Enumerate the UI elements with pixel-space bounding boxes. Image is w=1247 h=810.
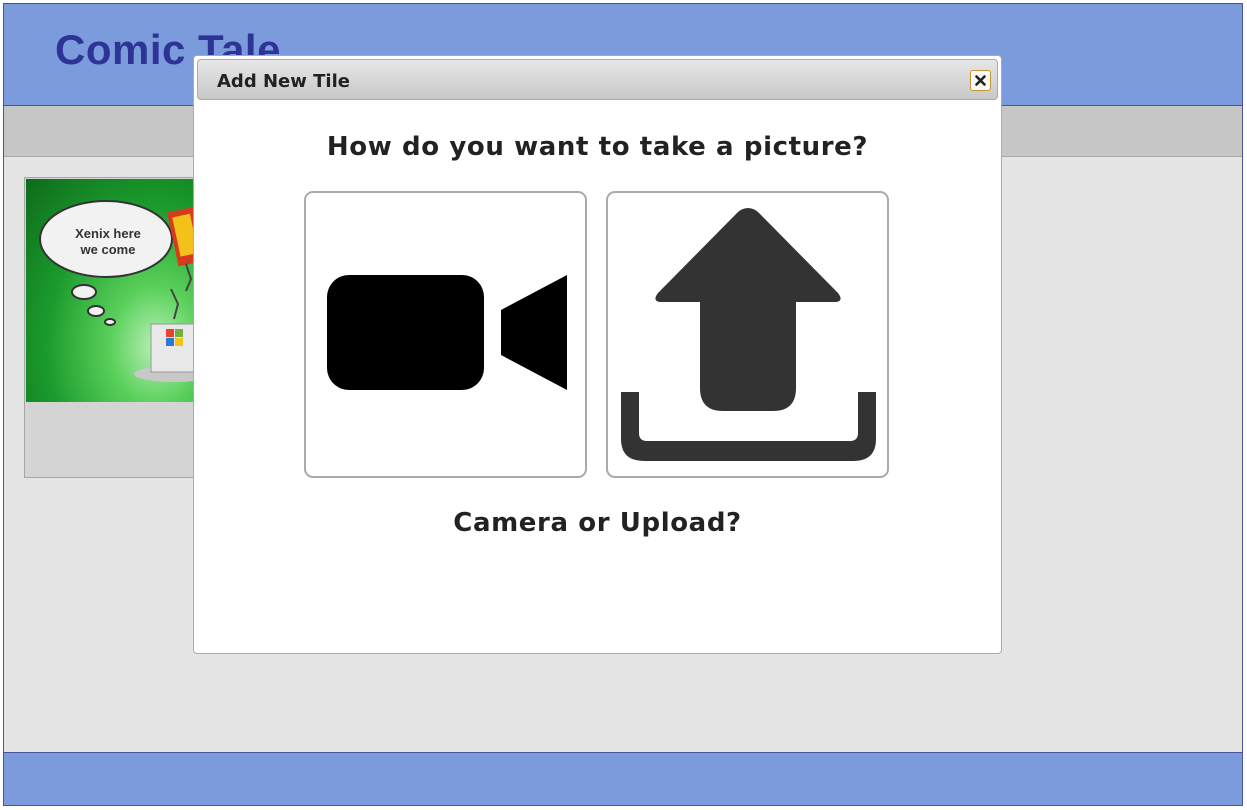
dialog-question: How do you want to take a picture?: [326, 132, 869, 162]
video-camera-icon: [327, 275, 567, 390]
bubble-line-1: Xenix here: [75, 226, 141, 241]
upload-icon: [621, 208, 876, 461]
dialog-subquestion: Camera or Upload?: [453, 508, 742, 538]
thought-bubble: Xenix here we come: [39, 200, 173, 326]
add-tile-dialog: Add New Tile How do you want to take a p…: [193, 55, 1002, 654]
close-icon: [975, 75, 986, 86]
camera-option-button[interactable]: [304, 191, 587, 478]
dialog-title: Add New Tile: [217, 71, 350, 92]
upload-option-button[interactable]: [606, 191, 889, 478]
app-footer: [4, 752, 1242, 805]
close-button[interactable]: [970, 70, 991, 91]
bubble-line-2: we come: [80, 242, 136, 257]
dialog-titlebar[interactable]: Add New Tile: [197, 59, 998, 100]
